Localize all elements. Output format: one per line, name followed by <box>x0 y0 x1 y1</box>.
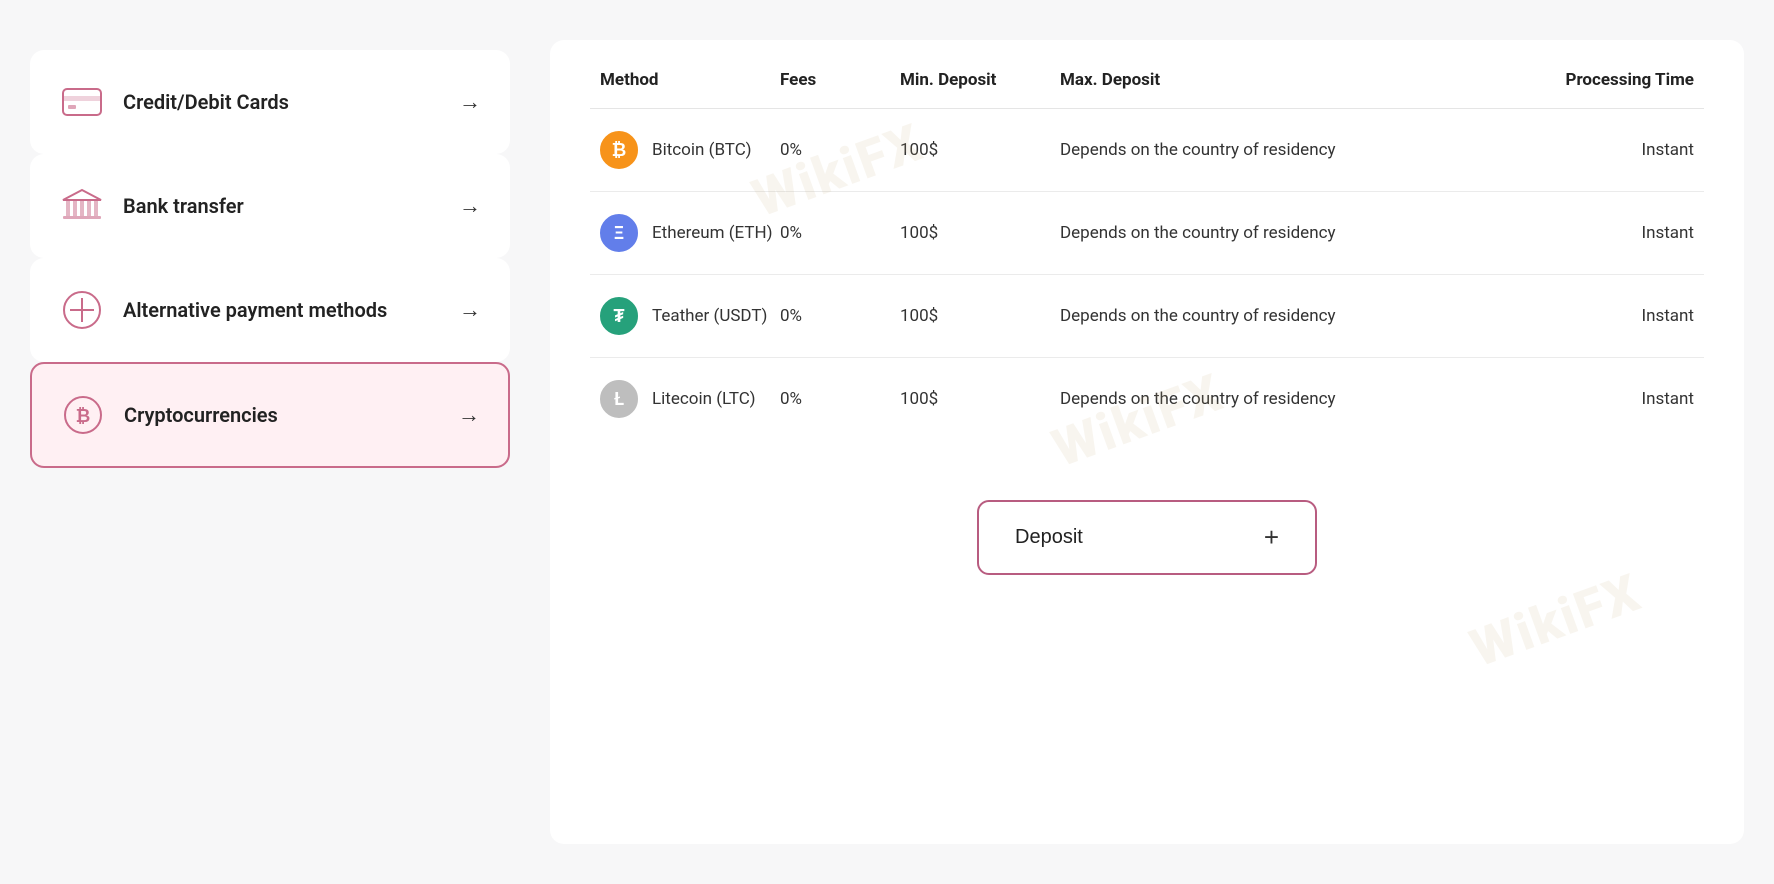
deposit-button[interactable]: Deposit + <box>977 500 1317 575</box>
method-name: Ethereum (ETH) <box>652 223 773 243</box>
arrow-icon-alternative: → <box>459 297 481 323</box>
method-cell: Ł Litecoin (LTC) <box>600 380 780 418</box>
col-max-deposit: Max. Deposit <box>1060 70 1494 90</box>
method-cell: ₿ Bitcoin (BTC) <box>600 131 780 169</box>
nav-item-bank-transfer[interactable]: Bank transfer → <box>30 154 510 258</box>
method-name: Bitcoin (BTC) <box>652 140 752 160</box>
table-row: Ξ Ethereum (ETH) 0% 100$ Depends on the … <box>590 192 1704 275</box>
deposit-label: Deposit <box>1015 526 1083 549</box>
processing-time-cell: Instant <box>1494 306 1694 326</box>
left-panel: Credit/Debit Cards → Bank transfer → Alter… <box>30 40 510 844</box>
min-deposit-cell: 100$ <box>900 223 1060 243</box>
coin-icon: ₮ <box>600 297 638 335</box>
svg-text:₿: ₿ <box>76 406 91 426</box>
fees-cell: 0% <box>780 223 900 243</box>
min-deposit-cell: 100$ <box>900 140 1060 160</box>
right-panel: WikiFX WikiFX WikiFX Method Fees Min. De… <box>550 40 1744 844</box>
nav-item-label-credit-debit: Credit/Debit Cards <box>123 90 441 114</box>
method-cell: ₮ Teather (USDT) <box>600 297 780 335</box>
min-deposit-cell: 100$ <box>900 306 1060 326</box>
col-method: Method <box>600 70 780 90</box>
nav-item-alternative[interactable]: Alternative payment methods → <box>30 258 510 362</box>
fees-cell: 0% <box>780 389 900 409</box>
max-deposit-cell: Depends on the country of residency <box>1060 306 1494 326</box>
arrow-icon-credit-debit: → <box>459 89 481 115</box>
crypto-table: Method Fees Min. Deposit Max. Deposit Pr… <box>590 70 1704 440</box>
col-min-deposit: Min. Deposit <box>900 70 1060 90</box>
crypto-icon: ₿ <box>60 392 106 438</box>
alt-icon <box>59 287 105 333</box>
nav-item-label-alternative: Alternative payment methods <box>123 298 441 322</box>
col-processing-time: Processing Time <box>1494 70 1694 90</box>
coin-icon: Ł <box>600 380 638 418</box>
processing-time-cell: Instant <box>1494 223 1694 243</box>
arrow-icon-cryptocurrencies: → <box>458 402 480 428</box>
table-row: ₮ Teather (USDT) 0% 100$ Depends on the … <box>590 275 1704 358</box>
fees-cell: 0% <box>780 140 900 160</box>
table-row: ₿ Bitcoin (BTC) 0% 100$ Depends on the c… <box>590 109 1704 192</box>
card-icon <box>59 79 105 125</box>
min-deposit-cell: 100$ <box>900 389 1060 409</box>
table-row: Ł Litecoin (LTC) 0% 100$ Depends on the … <box>590 358 1704 440</box>
max-deposit-cell: Depends on the country of residency <box>1060 140 1494 160</box>
processing-time-cell: Instant <box>1494 389 1694 409</box>
arrow-icon-bank-transfer: → <box>459 193 481 219</box>
bank-icon <box>59 183 105 229</box>
nav-item-credit-debit[interactable]: Credit/Debit Cards → <box>30 50 510 154</box>
nav-item-label-bank-transfer: Bank transfer <box>123 194 441 218</box>
method-name: Litecoin (LTC) <box>652 389 756 409</box>
processing-time-cell: Instant <box>1494 140 1694 160</box>
max-deposit-cell: Depends on the country of residency <box>1060 223 1494 243</box>
method-cell: Ξ Ethereum (ETH) <box>600 214 780 252</box>
fees-cell: 0% <box>780 306 900 326</box>
deposit-plus-icon: + <box>1264 522 1279 553</box>
method-name: Teather (USDT) <box>652 306 767 326</box>
max-deposit-cell: Depends on the country of residency <box>1060 389 1494 409</box>
coin-icon: ₿ <box>600 131 638 169</box>
table-header: Method Fees Min. Deposit Max. Deposit Pr… <box>590 70 1704 109</box>
coin-icon: Ξ <box>600 214 638 252</box>
nav-item-cryptocurrencies[interactable]: ₿ Cryptocurrencies → <box>30 362 510 468</box>
watermark-3: WikiFX <box>1463 562 1649 679</box>
col-fees: Fees <box>780 70 900 90</box>
nav-item-label-cryptocurrencies: Cryptocurrencies <box>124 403 440 427</box>
